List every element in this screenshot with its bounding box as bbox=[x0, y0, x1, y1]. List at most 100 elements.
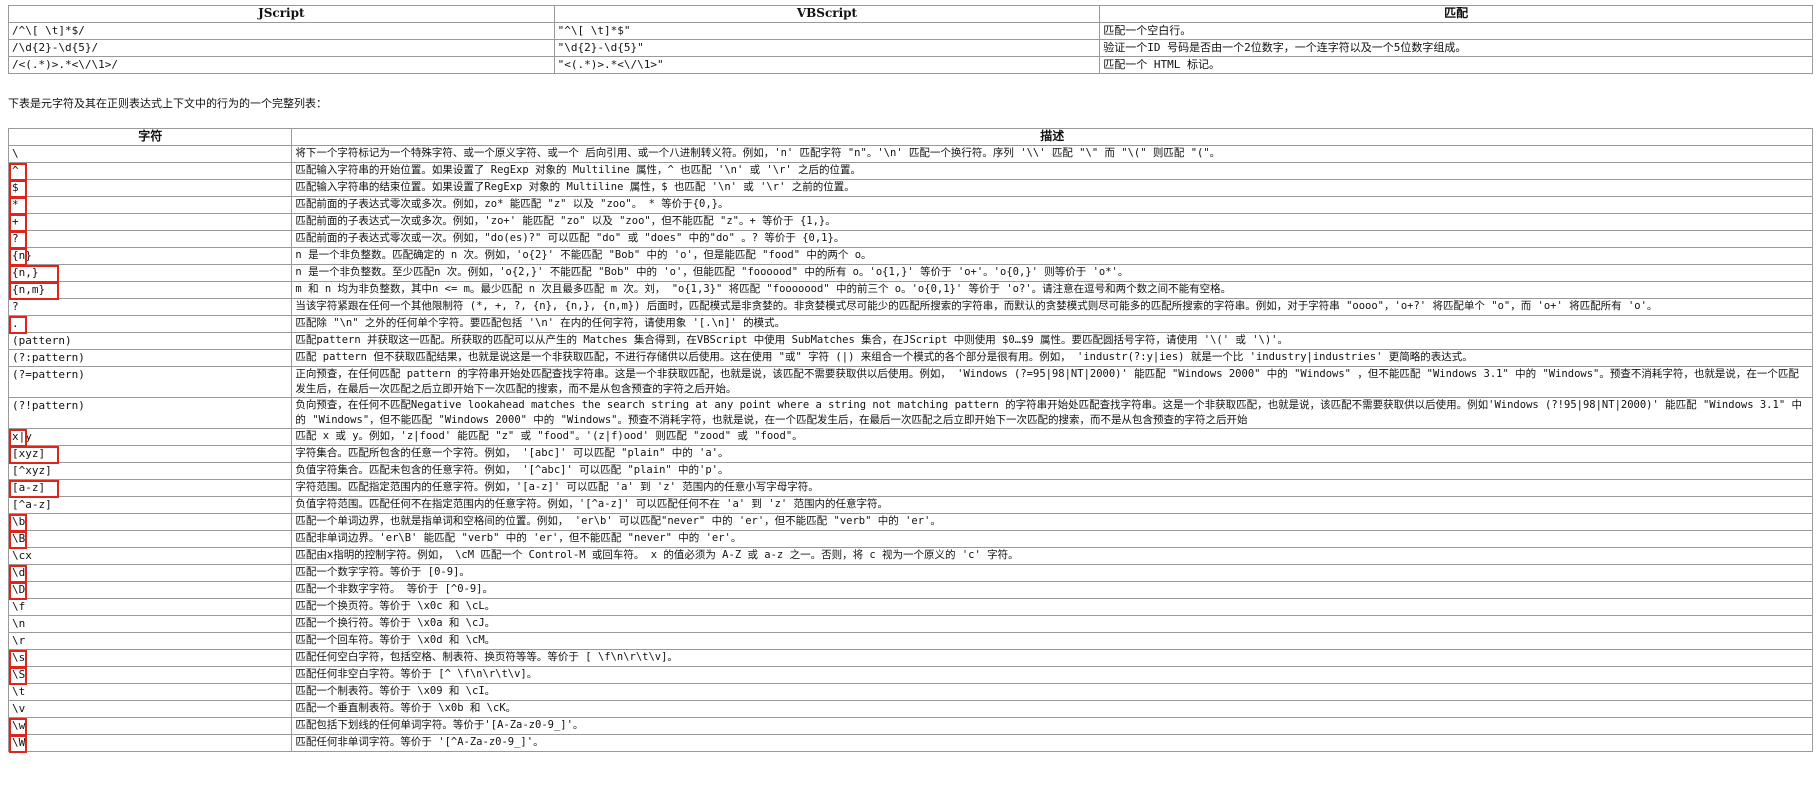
character-cell: \w bbox=[7, 717, 293, 735]
table-row: (pattern) 匹配pattern 并获取这一匹配。所获取的匹配可以从产生的 … bbox=[7, 332, 1813, 350]
table-row: \w 匹配包括下划线的任何单词字符。等价于'[A-Za-z0-9_]'。 bbox=[7, 717, 1813, 735]
table-row: \d 匹配一个数字字符。等价于 [0-9]。 bbox=[7, 564, 1813, 582]
description-cell: 匹配前面的子表达式零次或一次。例如，"do(es)?" 可以匹配 "do" 或 … bbox=[291, 230, 1813, 248]
table-row: [^xyz] 负值字符集合。匹配未包含的任意字符。例如， '[^abc]' 可以匹… bbox=[7, 462, 1813, 480]
match-cell: 匹配一个 HTML 标记。 bbox=[1099, 56, 1813, 74]
description-cell: 当该字符紧跟在任何一个其他限制符 (*, +, ?, {n}, {n,}, {n… bbox=[291, 298, 1813, 316]
character-cell: (pattern) bbox=[7, 332, 293, 350]
top-table-header-row: JScript VBScript 匹配 bbox=[8, 5, 1813, 23]
top-regex-example-table: JScript VBScript 匹配 /^\[ \t]*$/"^\[ \t]*… bbox=[8, 5, 1813, 74]
description-cell: 匹配一个换页符。等价于 \x0c 和 \cL。 bbox=[291, 598, 1813, 616]
table-row: + 匹配前面的子表达式一次或多次。例如，'zo+' 能匹配 "zo" 以及 "zo… bbox=[7, 213, 1813, 231]
table-row: \v 匹配一个垂直制表符。等价于 \x0b 和 \cK。 bbox=[7, 700, 1813, 718]
table-row: ? 当该字符紧跟在任何一个其他限制符 (*, +, ?, {n}, {n,}, {… bbox=[7, 298, 1813, 316]
character-cell: x|y bbox=[7, 428, 293, 446]
vbscript-cell: "<(.*)>.*<\/\1>" bbox=[553, 56, 1101, 74]
description-cell: 匹配非单词边界。'er\B' 能匹配 "verb" 中的 'er'，但不能匹配 … bbox=[291, 530, 1813, 548]
table-row: x|y 匹配 x 或 y。例如，'z|food' 能匹配 "z" 或 "food"… bbox=[7, 428, 1813, 446]
description-cell: 匹配任何空白字符，包括空格、制表符、换页符等等。等价于 [ \f\n\r\t\v… bbox=[291, 649, 1813, 667]
character-cell: \v bbox=[7, 700, 293, 718]
intro-text: 下表是元字符及其在正则表达式上下文中的行为的一个完整列表： bbox=[8, 97, 327, 110]
description-cell: 匹配 x 或 y。例如，'z|food' 能匹配 "z" 或 "food"。'(… bbox=[291, 428, 1813, 446]
description-cell: 负向预查，在任何不匹配Negative lookahead matches th… bbox=[291, 397, 1813, 429]
description-cell: 字符范围。匹配指定范围内的任意字符。例如，'[a-z]' 可以匹配 'a' 到 … bbox=[291, 479, 1813, 497]
match-cell: 验证一个ID 号码是否由一个2位数字，一个连字符以及一个5位数字组成。 bbox=[1099, 39, 1813, 57]
table-row: [xyz] 字符集合。匹配所包含的任意一个字符。例如， '[abc]' 可以匹配 … bbox=[7, 445, 1813, 463]
description-cell: 匹配pattern 并获取这一匹配。所获取的匹配可以从产生的 Matches 集… bbox=[291, 332, 1813, 350]
table-row: [a-z] 字符范围。匹配指定范围内的任意字符。例如，'[a-z]' 可以匹配 '… bbox=[7, 479, 1813, 497]
table-row: \f 匹配一个换页符。等价于 \x0c 和 \cL。 bbox=[7, 598, 1813, 616]
character-cell: \ bbox=[7, 145, 293, 163]
character-cell: \s bbox=[7, 649, 293, 667]
table-row: ^ 匹配输入字符串的开始位置。如果设置了 RegExp 对象的 Multiline… bbox=[7, 162, 1813, 180]
match-cell: 匹配一个空白行。 bbox=[1099, 22, 1813, 40]
character-cell: \d bbox=[7, 564, 293, 582]
table-row: (?!pattern) 负向预查，在任何不匹配Negative lookahead… bbox=[7, 397, 1813, 429]
table-row: {n,m} m 和 n 均为非负整数，其中n <= m。最少匹配 n 次且最多匹配… bbox=[7, 281, 1813, 299]
table-row: \ 将下一个字符标记为一个特殊字符、或一个原义字符、或一个 后向引用、或一个八进制… bbox=[7, 145, 1813, 163]
table-row: ? 匹配前面的子表达式零次或一次。例如，"do(es)?" 可以匹配 "do" 或… bbox=[7, 230, 1813, 248]
character-cell: [^xyz] bbox=[7, 462, 293, 480]
description-cell: n 是一个非负整数。至少匹配n 次。例如，'o{2,}' 不能匹配 "Bob" … bbox=[291, 264, 1813, 282]
character-cell: {n,} bbox=[7, 264, 293, 282]
description-cell: 匹配一个换行符。等价于 \x0a 和 \cJ。 bbox=[291, 615, 1813, 633]
character-cell: \D bbox=[7, 581, 293, 599]
table-row: \S 匹配任何非空白字符。等价于 [^ \f\n\r\t\v]。 bbox=[7, 666, 1813, 684]
table-row: \W 匹配任何非单词字符。等价于 '[^A-Za-z0-9_]'。 bbox=[7, 734, 1813, 752]
character-cell: \cx bbox=[7, 547, 293, 565]
character-cell: $ bbox=[7, 179, 293, 197]
character-cell: . bbox=[7, 315, 293, 333]
vbscript-cell: "\d{2}-\d{5}" bbox=[553, 39, 1101, 57]
description-cell: 匹配除 "\n" 之外的任何单个字符。要匹配包括 '\n' 在内的任何字符，请使… bbox=[291, 315, 1813, 333]
description-cell: 匹配一个非数字字符。 等价于 [^0-9]。 bbox=[291, 581, 1813, 599]
table-row: \n 匹配一个换行符。等价于 \x0a 和 \cJ。 bbox=[7, 615, 1813, 633]
table-row: \cx 匹配由x指明的控制字符。例如， \cM 匹配一个 Control-M 或回… bbox=[7, 547, 1813, 565]
jscript-cell: /\d{2}-\d{5}/ bbox=[8, 39, 555, 57]
description-cell: 匹配前面的子表达式一次或多次。例如，'zo+' 能匹配 "zo" 以及 "zoo… bbox=[291, 213, 1813, 231]
character-cell: (?!pattern) bbox=[7, 397, 293, 429]
description-cell: 匹配一个垂直制表符。等价于 \x0b 和 \cK。 bbox=[291, 700, 1813, 718]
table-row: \s 匹配任何空白字符，包括空格、制表符、换页符等等。等价于 [ \f\n\r\t… bbox=[7, 649, 1813, 667]
table-row: {n,} n 是一个非负整数。至少匹配n 次。例如，'o{2,}' 不能匹配 "B… bbox=[7, 264, 1813, 282]
description-cell: 字符集合。匹配所包含的任意一个字符。例如， '[abc]' 可以匹配 "plai… bbox=[291, 445, 1813, 463]
table-row: $ 匹配输入字符串的结束位置。如果设置了RegExp 对象的 Multiline … bbox=[7, 179, 1813, 197]
table-row: {n} n 是一个非负整数。匹配确定的 n 次。例如，'o{2}' 不能匹配 "B… bbox=[7, 247, 1813, 265]
character-cell: ? bbox=[7, 230, 293, 248]
table-row: (?=pattern) 正向预查，在任何匹配 pattern 的字符串开始处匹配查… bbox=[7, 366, 1813, 398]
character-cell: [^a-z] bbox=[7, 496, 293, 514]
table-row: \t 匹配一个制表符。等价于 \x09 和 \cI。 bbox=[7, 683, 1813, 701]
meta-table-header-row: 字符 描述 bbox=[7, 128, 1813, 146]
character-cell: ^ bbox=[7, 162, 293, 180]
header-vbscript: VBScript bbox=[553, 5, 1101, 23]
character-cell: \W bbox=[7, 734, 293, 752]
description-cell: 匹配由x指明的控制字符。例如， \cM 匹配一个 Control-M 或回车符。… bbox=[291, 547, 1813, 565]
character-cell: (?:pattern) bbox=[7, 349, 293, 367]
table-row: \r 匹配一个回车符。等价于 \x0d 和 \cM。 bbox=[7, 632, 1813, 650]
description-cell: 匹配 pattern 但不获取匹配结果，也就是说这是一个非获取匹配，不进行存储供… bbox=[291, 349, 1813, 367]
description-cell: 匹配输入字符串的开始位置。如果设置了 RegExp 对象的 Multiline … bbox=[291, 162, 1813, 180]
metacharacter-table: 字符 描述 \ 将下一个字符标记为一个特殊字符、或一个原义字符、或一个 后向引用、… bbox=[7, 128, 1813, 752]
description-cell: 匹配一个单词边界，也就是指单词和空格间的位置。例如， 'er\b' 可以匹配"n… bbox=[291, 513, 1813, 531]
description-cell: 匹配一个制表符。等价于 \x09 和 \cI。 bbox=[291, 683, 1813, 701]
header-description: 描述 bbox=[291, 128, 1813, 146]
jscript-cell: /^\[ \t]*$/ bbox=[8, 22, 555, 40]
character-cell: [a-z] bbox=[7, 479, 293, 497]
table-row: \b 匹配一个单词边界，也就是指单词和空格间的位置。例如， 'er\b' 可以匹配… bbox=[7, 513, 1813, 531]
character-cell: [xyz] bbox=[7, 445, 293, 463]
character-cell: ? bbox=[7, 298, 293, 316]
table-row: /<(.*)>.*<\/\1>/"<(.*)>.*<\/\1>" 匹配一个 HTM… bbox=[8, 56, 1813, 74]
description-cell: 将下一个字符标记为一个特殊字符、或一个原义字符、或一个 后向引用、或一个八进制转… bbox=[291, 145, 1813, 163]
description-cell: 匹配一个回车符。等价于 \x0d 和 \cM。 bbox=[291, 632, 1813, 650]
character-cell: {n,m} bbox=[7, 281, 293, 299]
table-row: (?:pattern) 匹配 pattern 但不获取匹配结果，也就是说这是一个非… bbox=[7, 349, 1813, 367]
character-cell: \r bbox=[7, 632, 293, 650]
description-cell: 匹配输入字符串的结束位置。如果设置了RegExp 对象的 Multiline 属… bbox=[291, 179, 1813, 197]
description-cell: 负值字符集合。匹配未包含的任意字符。例如， '[^abc]' 可以匹配 "pla… bbox=[291, 462, 1813, 480]
character-cell: \f bbox=[7, 598, 293, 616]
header-match: 匹配 bbox=[1099, 5, 1813, 23]
vbscript-cell: "^\[ \t]*$" bbox=[553, 22, 1101, 40]
character-cell: + bbox=[7, 213, 293, 231]
description-cell: 匹配包括下划线的任何单词字符。等价于'[A-Za-z0-9_]'。 bbox=[291, 717, 1813, 735]
character-cell: * bbox=[7, 196, 293, 214]
header-character: 字符 bbox=[7, 128, 293, 146]
